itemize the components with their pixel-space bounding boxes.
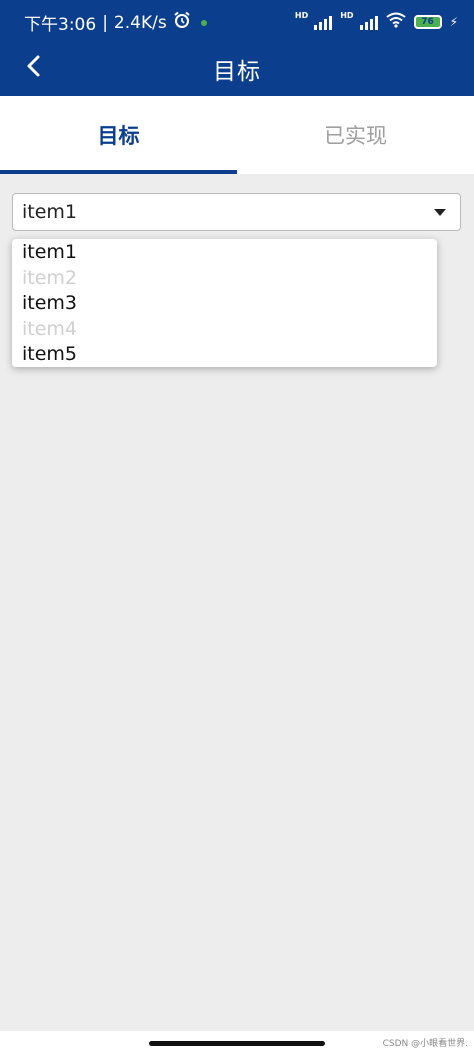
dropdown-option-item4: item4 <box>22 317 78 340</box>
dropdown-arrow-icon <box>434 209 446 216</box>
page-title: 目标 <box>213 59 261 85</box>
dropdown-option-item1[interactable]: item1 <box>12 240 437 266</box>
dropdown-option-item3[interactable]: item3 <box>12 291 437 317</box>
hd-label-2: HD <box>340 11 354 20</box>
status-separator: | <box>102 12 108 33</box>
status-left: 下午3:06 | 2.4K/s <box>24 10 207 35</box>
signal-icon-1 <box>314 14 333 30</box>
network-speed: 2.4K/s <box>113 12 167 33</box>
charging-icon: ⚡ <box>449 15 458 29</box>
alarm-icon <box>173 11 191 34</box>
battery-level: 76 <box>421 17 434 27</box>
select-value: item1 <box>22 201 78 223</box>
dropdown-option-item5[interactable]: item5 <box>12 342 437 368</box>
tab-achieved[interactable]: 已实现 <box>237 96 474 174</box>
hd-label-1: HD <box>294 11 309 20</box>
battery-icon: 76 <box>413 15 442 29</box>
tab-bar: 目标 已实现 <box>0 96 474 174</box>
gesture-nav-handle[interactable] <box>149 1041 325 1046</box>
dropdown-menu: item1 item2 item3 item4 item5 <box>12 239 437 367</box>
notification-dot-icon <box>200 19 207 26</box>
wifi-icon <box>385 12 406 32</box>
status-bar: 下午3:06 | 2.4K/s HD HD 76 ⚡ <box>0 0 474 44</box>
item-select[interactable]: item1 <box>12 193 461 231</box>
signal-icon-2 <box>359 14 378 30</box>
status-right: HD HD 76 ⚡ <box>295 12 458 32</box>
watermark: CSDN @小眼看世界. <box>382 1039 468 1049</box>
app-bar: 目标 <box>0 44 474 96</box>
dropdown-option-item2: item2 <box>22 266 78 289</box>
tab-goals[interactable]: 目标 <box>0 96 237 174</box>
status-time: 下午3:06 <box>24 15 97 35</box>
